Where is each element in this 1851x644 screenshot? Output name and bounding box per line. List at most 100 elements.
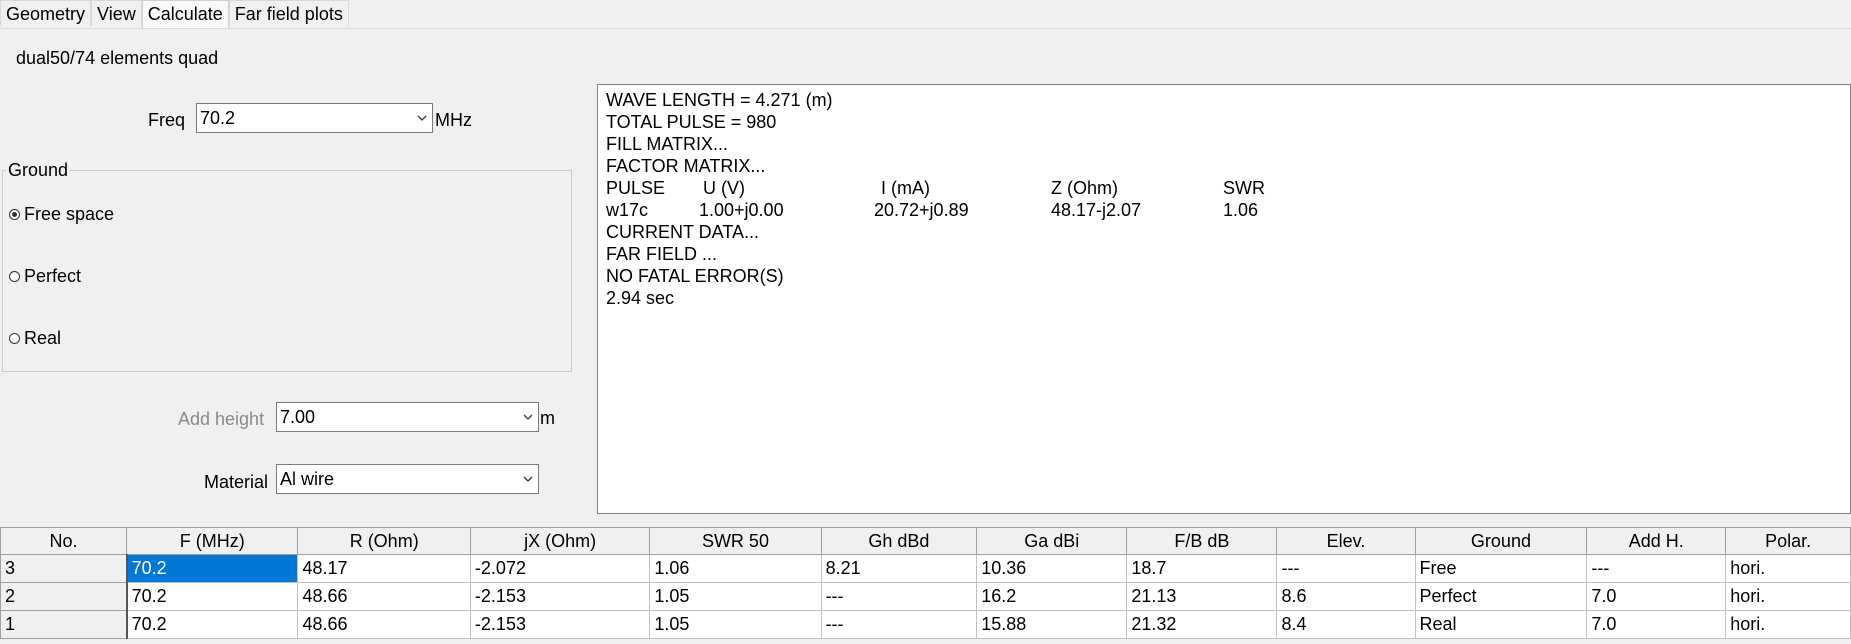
table-cell[interactable]: Free [1414, 554, 1588, 583]
column-header[interactable]: SWR 50 [649, 527, 822, 555]
column-header[interactable]: Ground [1414, 527, 1588, 555]
table-cell-selected[interactable]: 70.2 [126, 554, 299, 583]
freq-combo[interactable]: 70.2 [196, 103, 433, 133]
table-cell[interactable]: 8.21 [820, 554, 978, 583]
radio-empty-icon[interactable] [9, 333, 20, 344]
table-cell[interactable]: 16.2 [976, 582, 1128, 611]
table-cell[interactable]: 1.06 [649, 554, 822, 583]
table-cell[interactable]: 8.6 [1276, 582, 1416, 611]
radio-perfect[interactable]: Perfect [9, 266, 81, 287]
table-cell[interactable]: 48.17 [297, 554, 471, 583]
table-cell[interactable]: --- [1276, 554, 1416, 583]
table-cell[interactable]: --- [820, 610, 978, 639]
table-cell[interactable]: 1.05 [649, 610, 822, 639]
table-cell[interactable]: 21.13 [1126, 582, 1278, 611]
table-cell[interactable]: 18.7 [1126, 554, 1278, 583]
table-row[interactable]: 2 70.2 48.66 -2.153 1.05 --- 16.2 21.13 … [0, 582, 1851, 611]
table-cell[interactable]: Perfect [1414, 582, 1588, 611]
material-combo[interactable]: Al wire [276, 464, 539, 494]
column-header[interactable]: Elev. [1276, 527, 1416, 555]
table-row[interactable]: 1 70.2 48.66 -2.153 1.05 --- 15.88 21.32… [0, 610, 1851, 639]
output-header-impedance: Z (Ohm) [1051, 178, 1118, 198]
table-cell[interactable]: 7.0 [1586, 582, 1727, 611]
column-header[interactable]: F/B dB [1126, 527, 1278, 555]
output-line: TOTAL PULSE = 980 [606, 112, 777, 132]
ground-groupbox [2, 170, 572, 372]
output-header-current: I (mA) [881, 178, 930, 198]
output-line: WAVE LENGTH = 4.271 (m) [606, 90, 833, 110]
output-header-pulse: PULSE [606, 178, 666, 198]
table-cell[interactable]: 3 [0, 554, 128, 583]
output-current: 20.72+j0.89 [874, 200, 969, 220]
column-header[interactable]: Ga dBi [976, 527, 1128, 555]
table-cell[interactable]: --- [820, 582, 978, 611]
table-cell[interactable]: 48.66 [297, 582, 471, 611]
radio-perfect-label: Perfect [24, 266, 82, 286]
tab-calculate[interactable]: Calculate [141, 0, 229, 29]
column-header[interactable]: jX (Ohm) [469, 527, 651, 555]
material-value: Al wire [280, 469, 335, 489]
column-header[interactable]: No. [0, 527, 128, 555]
ground-legend: Ground [6, 160, 71, 181]
tab-bar: Geometry View Calculate Far field plots [0, 0, 349, 29]
output-header-row: PULSE U (V) I (mA) Z (Ohm) SWR [606, 177, 1842, 199]
table-cell[interactable]: 1 [0, 610, 128, 639]
table-cell[interactable]: 8.4 [1276, 610, 1416, 639]
table-cell[interactable]: hori. [1725, 554, 1851, 583]
add-height-value: 7.00 [280, 407, 316, 427]
tab-far-field-plots[interactable]: Far field plots [228, 0, 349, 26]
radio-free-space[interactable]: Free space [9, 204, 114, 225]
column-header[interactable]: R (Ohm) [297, 527, 471, 555]
table-cell[interactable]: Real [1414, 610, 1588, 639]
output-line: FAR FIELD ... [606, 244, 718, 264]
calculation-output[interactable]: WAVE LENGTH = 4.271 (m) TOTAL PULSE = 98… [597, 84, 1851, 514]
table-cell[interactable]: 48.66 [297, 610, 471, 639]
radio-real[interactable]: Real [9, 328, 61, 349]
table-cell[interactable]: 70.2 [126, 582, 299, 611]
column-header[interactable]: Polar. [1725, 527, 1851, 555]
chevron-down-icon[interactable] [416, 113, 428, 123]
add-height-combo[interactable]: 7.00 [276, 402, 539, 432]
table-cell[interactable]: --- [1586, 554, 1727, 583]
column-header[interactable]: F (MHz) [126, 527, 299, 555]
output-line: FACTOR MATRIX... [606, 156, 766, 176]
tab-view[interactable]: View [91, 0, 142, 26]
output-header-swr: SWR [1223, 178, 1265, 198]
output-pulse: w17c [606, 200, 649, 220]
material-label: Material [204, 472, 269, 492]
radio-free-space-label: Free space [24, 204, 115, 224]
output-swr: 1.06 [1223, 200, 1259, 220]
table-cell[interactable]: hori. [1725, 610, 1851, 639]
table-cell[interactable]: 70.2 [126, 610, 299, 639]
table-cell[interactable]: 21.32 [1126, 610, 1278, 639]
output-impedance: 48.17-j2.07 [1051, 200, 1142, 220]
results-table-wrap: No. F (MHz) R (Ohm) jX (Ohm) SWR 50 Gh d… [0, 527, 1851, 644]
table-cell[interactable]: 2 [0, 582, 128, 611]
table-row[interactable]: 3 70.2 48.17 -2.072 1.06 8.21 10.36 18.7… [0, 554, 1851, 583]
add-height-label: Add height [178, 409, 265, 429]
tab-divider [0, 28, 1851, 29]
table-cell[interactable]: 1.05 [649, 582, 822, 611]
table-cell[interactable]: 15.88 [976, 610, 1128, 639]
output-line: FILL MATRIX... [606, 134, 729, 154]
table-cell[interactable]: -2.072 [469, 554, 651, 583]
results-table[interactable]: No. F (MHz) R (Ohm) jX (Ohm) SWR 50 Gh d… [0, 527, 1851, 639]
table-cell[interactable]: -2.153 [469, 582, 651, 611]
column-header[interactable]: Add H. [1586, 527, 1727, 555]
model-title: dual50/74 elements quad [16, 48, 219, 68]
radio-selected-icon[interactable] [9, 209, 20, 220]
output-line: 2.94 sec [606, 288, 675, 308]
chevron-down-icon[interactable] [522, 412, 534, 422]
radio-empty-icon[interactable] [9, 271, 20, 282]
chevron-down-icon[interactable] [522, 474, 534, 484]
output-header-voltage: U (V) [703, 178, 745, 198]
table-cell[interactable]: -2.153 [469, 610, 651, 639]
table-cell[interactable]: hori. [1725, 582, 1851, 611]
table-cell[interactable]: 7.0 [1586, 610, 1727, 639]
add-height-unit: m [540, 408, 555, 428]
output-data-row: w17c 1.00+j0.00 20.72+j0.89 48.17-j2.07 … [606, 199, 1842, 221]
table-cell[interactable]: 10.36 [976, 554, 1128, 583]
tab-geometry[interactable]: Geometry [0, 0, 92, 26]
table-header-row: No. F (MHz) R (Ohm) jX (Ohm) SWR 50 Gh d… [0, 527, 1851, 555]
column-header[interactable]: Gh dBd [820, 527, 978, 555]
